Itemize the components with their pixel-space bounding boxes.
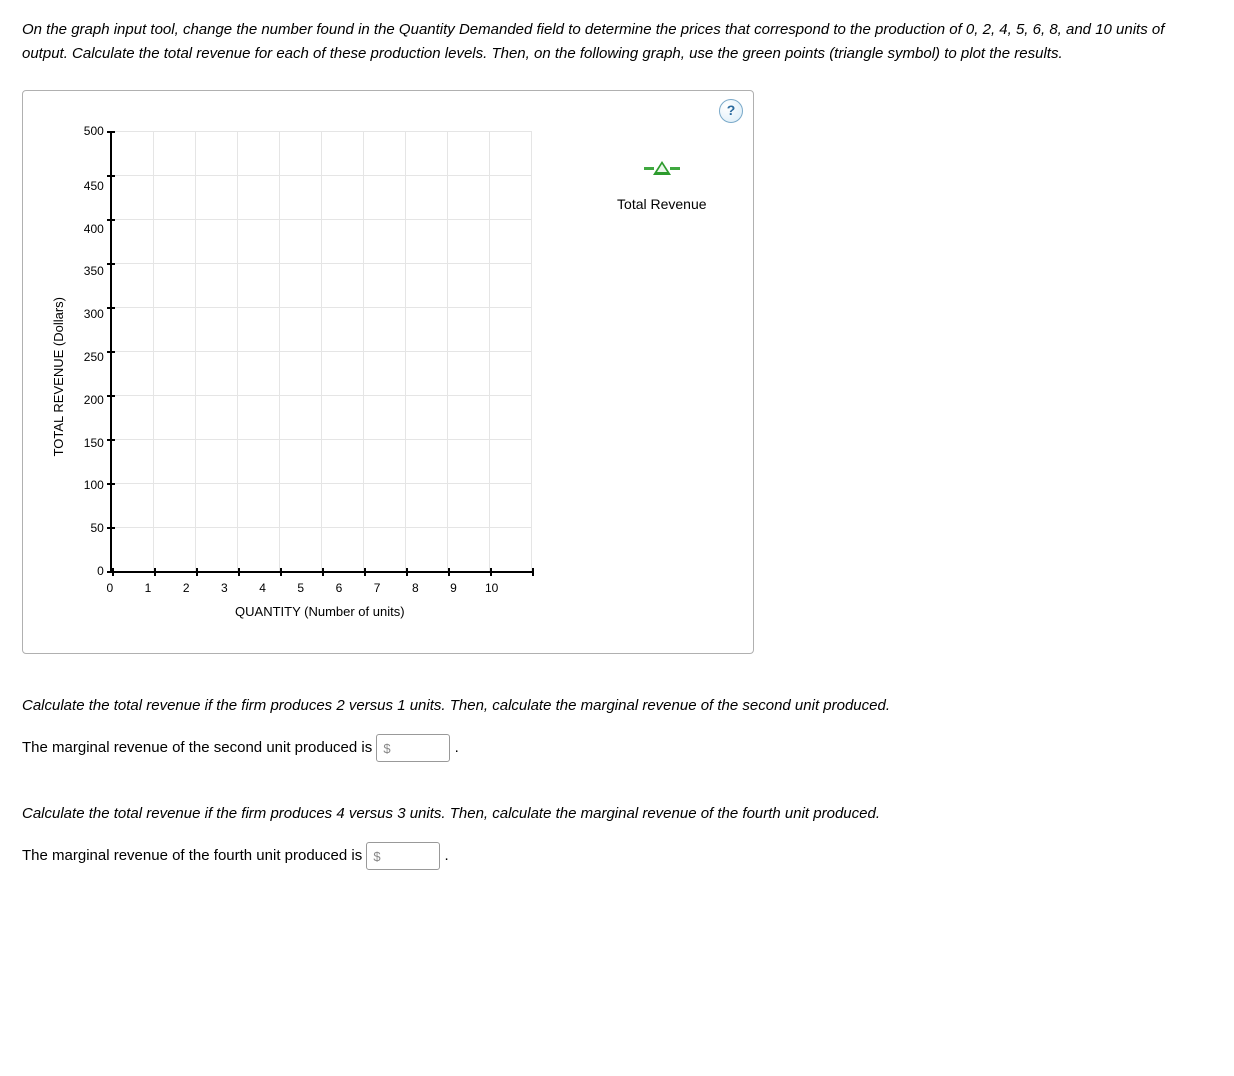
x-tick: 5 [282,579,320,598]
x-tick: 10 [473,579,511,598]
instructions-text: On the graph input tool, change the numb… [22,18,1212,66]
x-tick: 8 [396,579,434,598]
x-tick: 6 [320,579,358,598]
x-tick: 0 [91,579,129,598]
currency-icon: $ [373,849,380,864]
y-tick: 150 [84,437,104,449]
x-tick: 7 [358,579,396,598]
chart-column: 500 450 400 350 300 250 200 150 100 50 0 [70,131,532,623]
legend-item-total-revenue[interactable]: Total Revenue [602,161,722,215]
question-1: Calculate the total revenue if the firm … [22,694,1212,762]
plot-wrap: TOTAL REVENUE (Dollars) 500 450 400 350 … [23,91,753,653]
x-tick: 3 [205,579,243,598]
q1-label-pre: The marginal revenue of the second unit … [22,739,376,756]
q2-answer-line: The marginal revenue of the fourth unit … [22,842,1212,870]
y-tick: 400 [84,223,104,235]
question-2: Calculate the total revenue if the firm … [22,802,1212,870]
x-tick: 9 [434,579,472,598]
x-tick: 2 [167,579,205,598]
x-tick-marks [112,571,532,576]
plot-area[interactable] [110,131,532,573]
graph-panel: ? TOTAL REVENUE (Dollars) 500 450 400 35… [22,90,754,654]
q1-prompt: Calculate the total revenue if the firm … [22,694,1212,718]
q2-prompt: Calculate the total revenue if the firm … [22,802,1212,826]
y-tick: 100 [84,479,104,491]
y-tick: 200 [84,394,104,406]
x-axis-label: QUANTITY (Number of units) [110,598,530,623]
y-tick: 500 [84,125,104,137]
q1-input[interactable] [395,739,443,757]
legend: Total Revenue [532,131,722,623]
x-tick: 4 [243,579,281,598]
q1-answer-line: The marginal revenue of the second unit … [22,734,1212,762]
x-tick: 1 [129,579,167,598]
y-axis-label: TOTAL REVENUE (Dollars) [43,297,70,456]
currency-icon: $ [383,741,390,756]
y-tick: 250 [84,351,104,363]
y-tick: 0 [97,565,104,577]
triangle-icon [644,161,680,175]
q2-label-post: . [445,847,449,864]
help-icon[interactable]: ? [719,99,743,123]
q1-input-wrap[interactable]: $ [376,734,450,762]
y-tick: 350 [84,265,104,277]
y-tick: 450 [84,180,104,192]
y-tick-labels: 500 450 400 350 300 250 200 150 100 50 0 [70,131,110,571]
q2-label-pre: The marginal revenue of the fourth unit … [22,847,366,864]
y-tick-marks [107,131,112,571]
x-tick-labels: 0 1 2 3 4 5 6 7 8 9 10 [110,573,530,598]
q2-input[interactable] [385,847,433,865]
legend-label: Total Revenue [617,193,707,215]
y-tick: 300 [84,308,104,320]
q2-input-wrap[interactable]: $ [366,842,440,870]
q1-label-post: . [455,739,459,756]
y-tick: 50 [90,522,103,534]
